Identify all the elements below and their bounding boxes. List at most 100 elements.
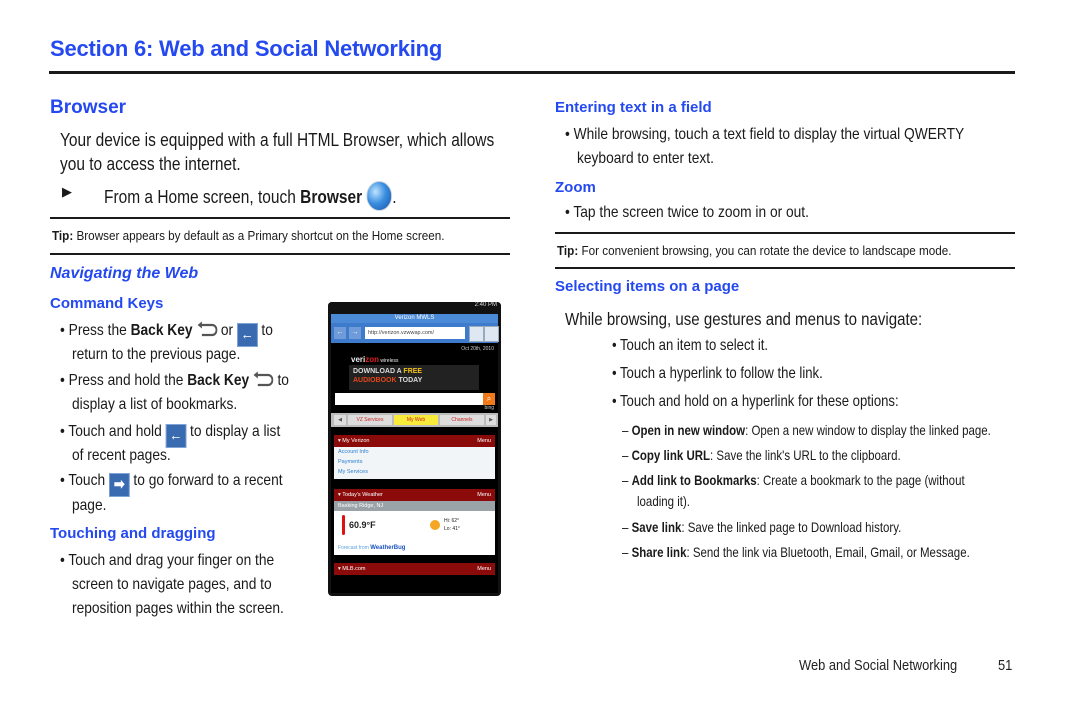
phone-link: Payments: [338, 459, 363, 465]
phone-windows-icon: [484, 326, 499, 342]
ck-text: • Press and hold the: [60, 372, 188, 389]
tip-divider-bottom: [50, 253, 510, 255]
touching-heading: Touching and dragging: [50, 525, 216, 542]
tip-label: Tip:: [557, 243, 579, 258]
ck-item-2-line2: display a list of bookmarks.: [72, 396, 238, 413]
back-key-label: Back Key: [187, 372, 250, 389]
audiobook-banner: DOWNLOAD A FREE AUDIOBOOK TODAY: [349, 365, 479, 390]
phone-link: My Services: [338, 469, 368, 475]
phone-tab-prev: ◀: [334, 415, 346, 425]
step-bold-browser: Browser: [300, 187, 363, 207]
phone-page: Oct 20th, 2010 verizon wireless DOWNLOAD…: [331, 343, 498, 593]
title-divider: [49, 71, 1015, 74]
step-text: From a Home screen, touch: [104, 187, 301, 207]
ck-text: to: [273, 372, 289, 389]
selecting-intro: While browsing, use gestures and menus t…: [565, 309, 923, 329]
ck-item-2: • Press and hold the Back Key to: [60, 369, 289, 393]
tip-divider-bottom-right: [555, 267, 1015, 269]
touch-line-2: screen to navigate pages, and to: [72, 576, 272, 593]
phone-links: Account Info Payments My Services: [334, 447, 495, 479]
phone-time: 2:40 PM: [474, 302, 497, 308]
tip-divider-top-right: [555, 232, 1015, 234]
intro-line-1: Your device is equipped with a full HTML…: [60, 130, 495, 150]
phone-section-my-verizon: ▾ My Verizon Menu: [334, 435, 495, 447]
tip-text: Browser appears by default as a Primary …: [73, 228, 445, 243]
zoom-line: • Tap the screen twice to zoom in or out…: [565, 204, 809, 221]
tip-browser: Tip: Browser appears by default as a Pri…: [52, 228, 445, 243]
phone-back-icon: ←: [334, 327, 346, 339]
option-copy-link: – Copy link URL: Save the link's URL to …: [622, 447, 901, 463]
ck-text: • Touch: [60, 472, 109, 489]
entering-heading: Entering text in a field: [555, 99, 712, 116]
phone-search-field: [335, 393, 483, 405]
option-open-new-window: – Open in new window: Open a new window …: [622, 422, 991, 438]
zoom-heading: Zoom: [555, 179, 596, 196]
phone-weather: 60.9°F Hi: 62° Lo: 41°: [334, 511, 495, 541]
entering-line-1: • While browsing, touch a text field to …: [565, 126, 965, 143]
phone-tabs: ◀ VZ Services My Web Channels ▶: [331, 413, 498, 427]
thermometer-icon: [342, 515, 345, 535]
select-bullet-3: • Touch and hold on a hyperlink for thes…: [612, 393, 899, 410]
phone-url-bar: ← → http://verizon.vzwwap.com/: [331, 323, 499, 343]
page-number: 51: [998, 657, 1013, 674]
browser-forward-arrow-icon: ➡: [108, 473, 130, 497]
ck-item-3-line2: of recent pages.: [72, 447, 171, 464]
phone-date: Oct 20th, 2010: [461, 346, 494, 352]
tip-text: For convenient browsing, you can rotate …: [578, 243, 952, 258]
back-key-label: Back Key: [130, 322, 193, 339]
back-key-icon: [253, 371, 274, 387]
ck-item-1-line2: return to the previous page.: [72, 346, 241, 363]
step-line: From a Home screen, touch Browser .: [104, 181, 397, 211]
phone-temp: 60.9°F: [349, 520, 376, 530]
intro-line-2: you to access the internet.: [60, 154, 241, 174]
verizon-logo: verizon wireless: [351, 355, 399, 364]
phone-forward-icon: →: [349, 327, 361, 339]
phone-section-mlb: ▾ MLB.com Menu: [334, 563, 495, 575]
select-bullet-1: • Touch an item to select it.: [612, 337, 769, 354]
entering-line-2: keyboard to enter text.: [577, 150, 714, 167]
phone-hilo: Hi: 62° Lo: 41°: [444, 518, 460, 532]
tip-divider-top: [50, 217, 510, 219]
phone-tab-next: ▶: [486, 415, 496, 425]
phone-tab: VZ Services: [348, 415, 392, 425]
ck-item-4-line2: page.: [72, 497, 107, 514]
touch-line-3: reposition pages within the screen.: [72, 600, 284, 617]
step-marker-icon: ▶: [62, 184, 72, 199]
bing-logo: bing: [484, 405, 494, 411]
phone-tab-active: My Web: [394, 415, 438, 425]
ck-text: • Touch and hold: [60, 423, 166, 440]
ck-item-4: • Touch ➡ to go forward to a recent: [60, 469, 283, 497]
phone-tab: Channels: [440, 415, 484, 425]
browser-heading: Browser: [50, 97, 127, 118]
phone-location: Basking Ridge, NJ: [334, 501, 495, 511]
option-add-bookmark-line2: loading it).: [637, 493, 690, 509]
ck-text: or: [220, 322, 237, 339]
phone-status-bar: 2:40 PM: [328, 302, 501, 314]
step-end: .: [392, 187, 397, 207]
option-save-link: – Save link: Save the linked page to Dow…: [622, 519, 902, 535]
phone-link: Account Info: [338, 449, 369, 455]
tip-label: Tip:: [52, 228, 74, 243]
ck-text: • Press the: [60, 322, 131, 339]
select-bullet-2: • Touch a hyperlink to follow the link.: [612, 365, 823, 382]
browser-globe-icon: [366, 181, 393, 211]
sun-icon: [430, 520, 440, 530]
phone-section-weather: ▾ Today's Weather Menu: [334, 489, 495, 501]
phone-bookmark-icon: [469, 326, 484, 342]
ck-text: to: [257, 322, 273, 339]
footer-section-label: Web and Social Networking: [799, 657, 958, 674]
touch-line-1: • Touch and drag your finger on the: [60, 552, 275, 569]
navigating-heading: Navigating the Web: [50, 265, 199, 282]
phone-forecast: Forecast from WeatherBug: [334, 541, 495, 555]
command-keys-heading: Command Keys: [50, 295, 164, 312]
ck-text: to display a list: [186, 423, 281, 440]
phone-search-icon: ⌕: [483, 393, 495, 405]
phone-url-field: http://verizon.vzwwap.com/: [365, 327, 465, 339]
section-title: Section 6: Web and Social Networking: [50, 36, 443, 61]
selecting-heading: Selecting items on a page: [555, 278, 740, 295]
back-key-icon: [197, 321, 218, 337]
phone-title-bar: Verizon MWLS: [331, 314, 498, 323]
tip-landscape: Tip: For convenient browsing, you can ro…: [557, 243, 952, 258]
phone-screenshot: 2:40 PM Verizon MWLS ← → http://verizon.…: [328, 302, 501, 596]
option-share-link: – Share link: Send the link via Bluetoot…: [622, 544, 970, 560]
